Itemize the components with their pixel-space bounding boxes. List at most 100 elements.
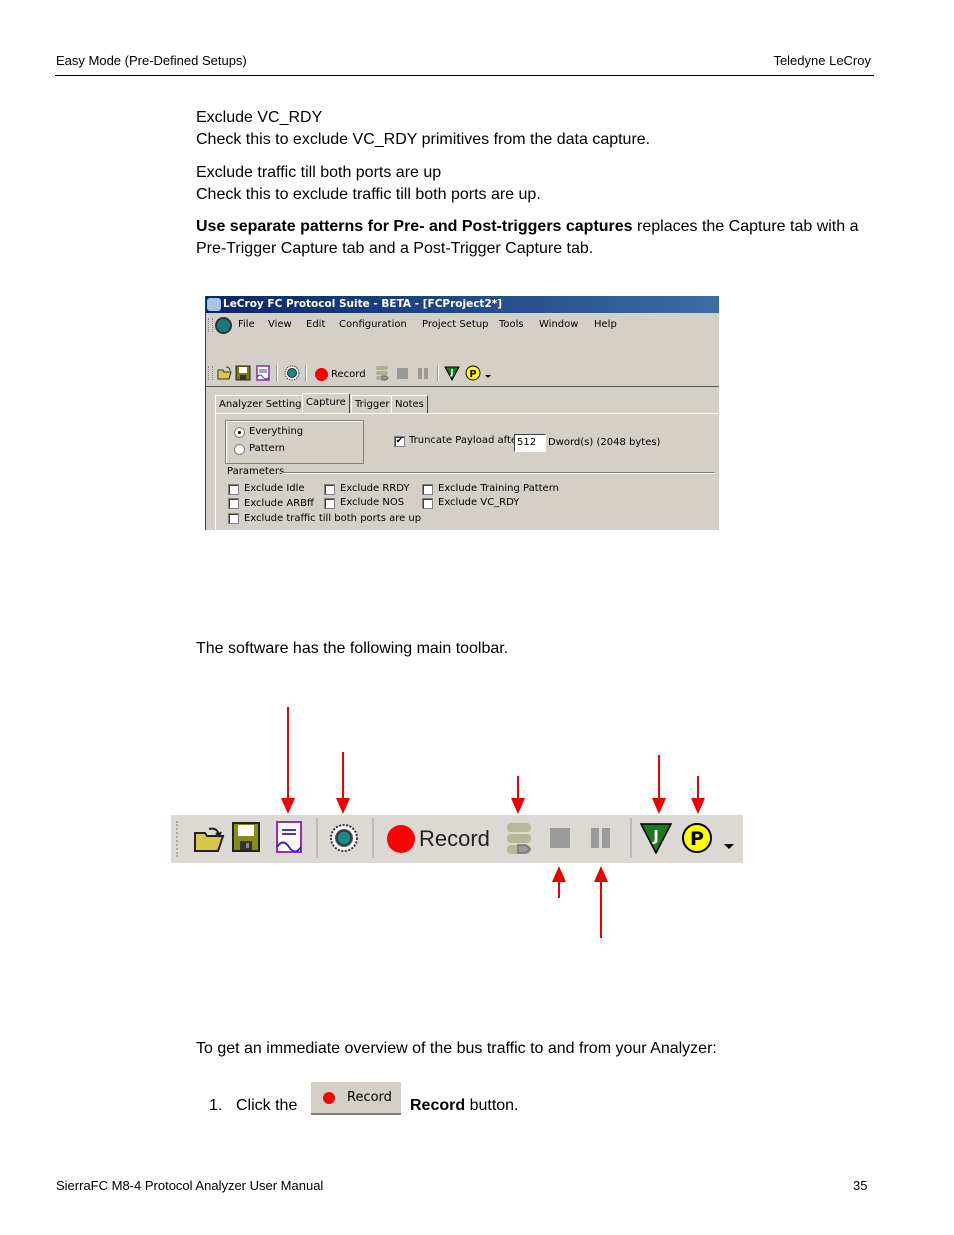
radio-everything[interactable] [234,427,245,438]
stop-icon[interactable] [550,828,570,848]
open-folder-icon[interactable] [193,823,225,853]
exclude-arbff-label: Exclude ARBff [244,498,314,509]
radio-everything-label: Everything [249,426,304,437]
pause-icon[interactable] [418,368,429,379]
menu-edit[interactable]: Edit [306,315,325,335]
truncate-payload-checkbox[interactable]: ✔ [394,436,405,447]
window-title-bar: LeCroy FC Protocol Suite - BETA - [FCPro… [205,296,719,313]
radio-pattern[interactable] [234,444,245,455]
exclude-idle-checkbox[interactable] [228,484,239,495]
svg-text:J: J [450,368,454,377]
trigger-j-icon[interactable]: J [640,822,672,854]
term-description: Check this to exclude traffic till both … [196,186,541,203]
menu-configuration[interactable]: Configuration [339,315,407,335]
exclude-training-pattern-checkbox[interactable] [422,484,433,495]
exclude-rrdy-checkbox[interactable] [324,484,335,495]
record-icon [323,1092,335,1104]
traffic-generator-icon[interactable] [374,365,390,381]
exclude-traffic-till-ports-up-label: Exclude traffic till both ports are up [244,513,422,524]
save-icon[interactable] [232,822,260,852]
radio-pattern-label: Pattern [249,443,285,454]
menu-help[interactable]: Help [594,315,617,335]
menubar-grip[interactable] [208,318,213,332]
dropdown-arrow-icon[interactable] [724,844,734,849]
callout-arrow-line [342,752,344,799]
menu-file[interactable]: File [238,315,255,335]
callout-arrow-line [658,755,660,799]
record-icon [387,825,415,853]
dropdown-arrow-icon[interactable] [485,375,491,378]
traffic-generator-icon[interactable] [504,822,534,856]
toolbar-grip[interactable] [208,366,213,380]
exclude-idle-label: Exclude Idle [244,483,305,494]
exclude-rrdy-label: Exclude RRDY [340,483,410,494]
window-title: LeCroy FC Protocol Suite - BETA - [FCPro… [223,298,503,310]
menu-project-setup[interactable]: Project Setup [422,315,489,335]
toolbar-grip[interactable] [176,821,183,857]
report-icon[interactable] [275,821,303,853]
toolbar-separator [276,365,278,382]
exclude-nos-label: Exclude NOS [340,497,405,508]
truncate-dwords-input[interactable]: 512 [514,434,546,452]
tab-analyzer-settings[interactable]: Analyzer Settings [215,395,311,413]
main-toolbar-illustration: Record J P [171,815,743,863]
callout-arrow-head [336,798,350,814]
pattern-p-icon[interactable]: P [681,822,713,854]
term-title: Exclude VC_RDY [196,109,323,126]
toolbar-separator [630,818,632,858]
step-1-bold: Record [410,1097,466,1114]
svg-text:P: P [690,828,704,850]
paragraph-exclude-vc-rdy: Exclude VC_RDY Check this to exclude VC_… [196,107,650,151]
callout-arrow-line [697,776,699,799]
exclude-traffic-till-ports-up-checkbox[interactable] [228,513,239,524]
report-icon[interactable] [255,365,271,381]
menu-window[interactable]: Window [539,315,578,335]
analyzer-chip-icon[interactable] [284,365,300,381]
window-left-edge [205,296,206,530]
term-bold: Use separate patterns for Pre- and Post-… [196,218,633,235]
record-label: Record [331,368,366,380]
trigger-j-icon[interactable]: J [444,365,460,381]
record-toolbar-button[interactable]: Record [315,366,366,382]
stop-icon[interactable] [397,368,408,379]
record-button-label: Record [347,1090,392,1105]
app-window-screenshot: LeCroy FC Protocol Suite - BETA - [FCPro… [205,296,719,530]
term-description: replaces the Capture tab with a [632,218,859,235]
footer-manual-title: SierraFC M8-4 Protocol Analyzer User Man… [56,1178,324,1193]
menu-view[interactable]: View [268,315,292,335]
callout-arrow-head [691,798,705,814]
record-button-image[interactable]: Record [311,1082,401,1115]
callout-arrow-line [558,880,560,898]
app-logo-icon [207,298,221,311]
analyzer-chip-icon[interactable] [329,823,359,853]
paragraph-separate-patterns: Use separate patterns for Pre- and Post-… [196,216,886,260]
save-icon[interactable] [235,365,251,381]
truncate-payload-label: Truncate Payload after [409,435,522,446]
exclude-nos-checkbox[interactable] [324,498,335,509]
record-toolbar-button[interactable]: Record [387,824,490,854]
menu-tools[interactable]: Tools [499,315,524,335]
term-description-line2: Pre-Trigger Capture tab and a Post-Trigg… [196,240,594,257]
record-label: Record [419,826,490,851]
parameters-divider [282,472,715,474]
pattern-p-icon[interactable]: P [465,365,481,381]
overview-intro-text: To get an immediate overview of the bus … [196,1040,717,1057]
tab-trigger[interactable]: Trigger [351,395,394,413]
callout-arrow-line [517,776,519,799]
tab-capture[interactable]: Capture [302,393,350,413]
step-1-prefix: Click the [236,1097,298,1114]
exclude-arbff-checkbox[interactable] [228,498,239,509]
step-1-rest: button. [465,1097,519,1114]
pause-icon[interactable] [591,828,611,848]
exclude-vc-rdy-checkbox[interactable] [422,498,433,509]
svg-text:P: P [469,369,476,380]
window-toolbar: Record J P [205,363,719,383]
app-menu-icon[interactable] [215,317,232,334]
tab-notes[interactable]: Notes [391,395,428,413]
callout-arrow-line [600,880,602,938]
header-rule [55,75,874,76]
parameters-group-label: Parameters [227,466,285,477]
step-1-suffix: Record button. [410,1095,519,1117]
open-folder-icon[interactable] [217,365,233,381]
header-company: Teledyne LeCroy [773,53,871,68]
